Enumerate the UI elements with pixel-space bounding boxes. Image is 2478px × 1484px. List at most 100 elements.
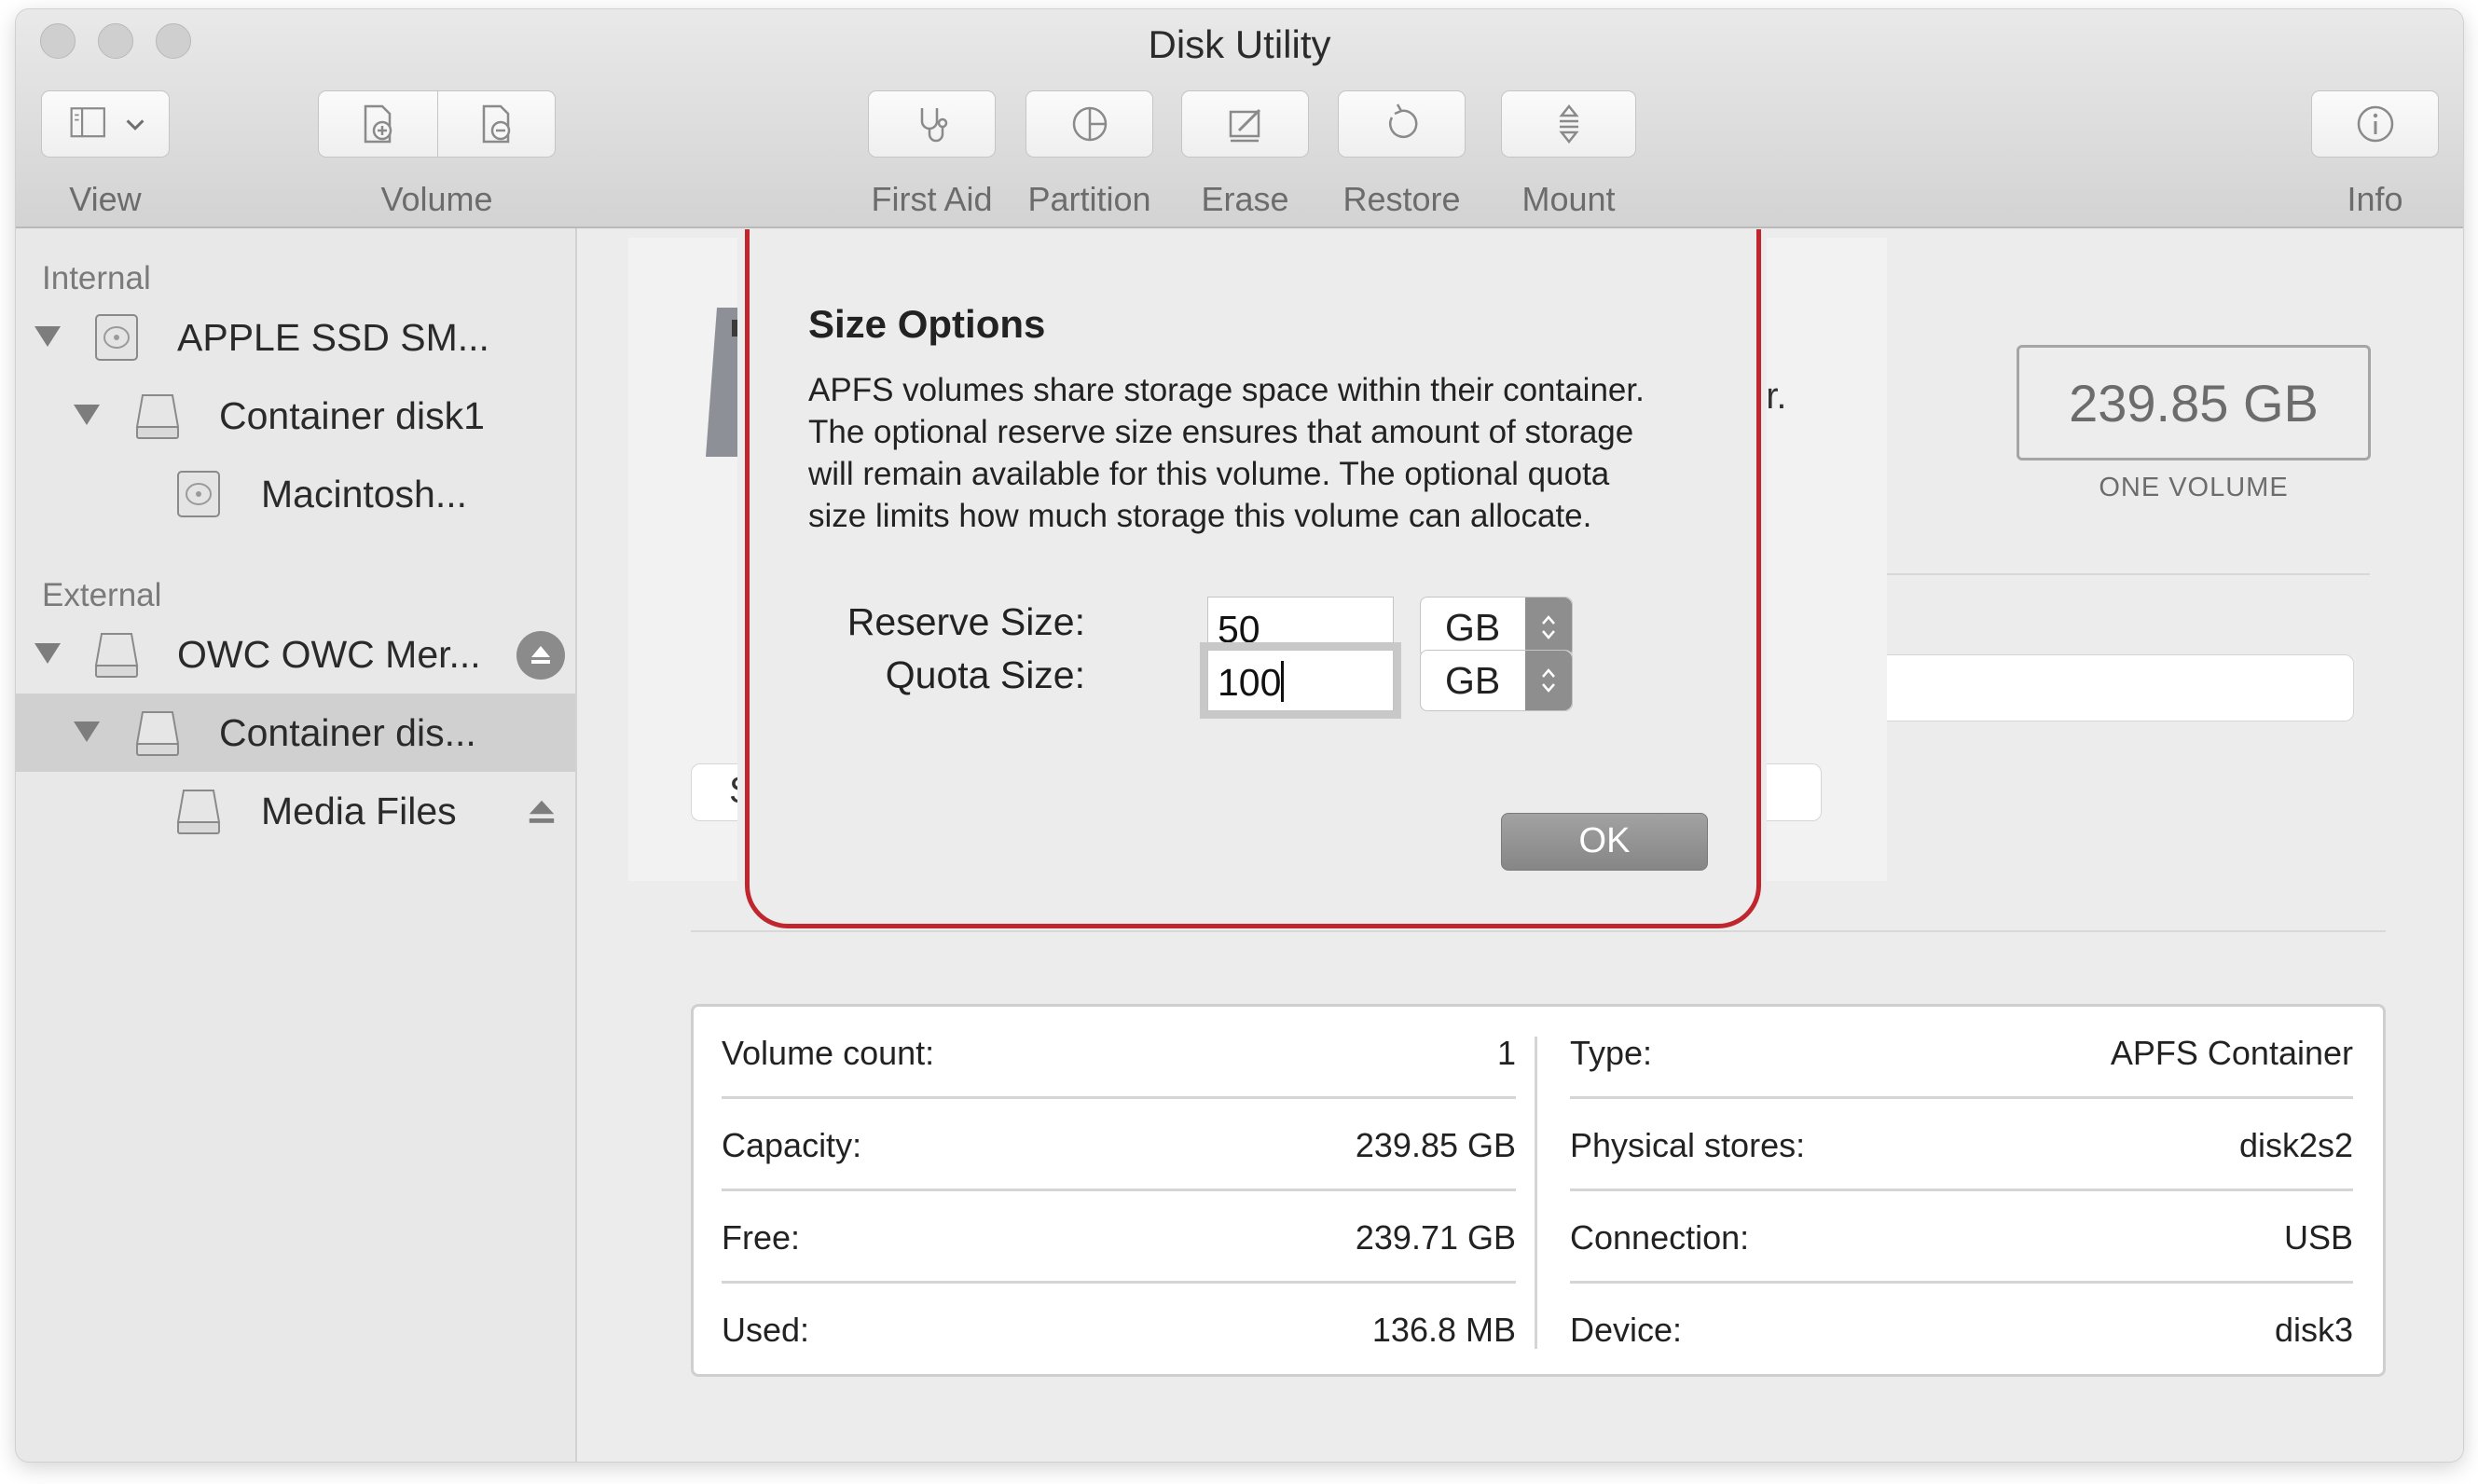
disclosure-triangle-icon[interactable] <box>74 405 100 425</box>
detail-value: 136.8 MB <box>1371 1311 1516 1349</box>
detail-label: Used: <box>722 1311 810 1349</box>
quota-size-label: Quota Size: <box>885 653 1085 696</box>
sidebar-item-media-files[interactable]: Media Files <box>16 772 575 850</box>
divider <box>691 930 2386 932</box>
view-button[interactable] <box>41 90 170 158</box>
detail-label: Physical stores: <box>1570 1126 1806 1164</box>
sidebar-item-label: Macintosh... <box>261 473 468 515</box>
detail-label: Free: <box>722 1218 801 1257</box>
detail-value: 1 <box>1496 1034 1516 1072</box>
reserve-unit-value: GB <box>1445 606 1501 649</box>
detail-label: Volume count: <box>722 1034 935 1072</box>
volume-segmented-control <box>318 90 556 158</box>
sidebar: Internal APPLE SSD SM... Container disk1 <box>16 228 577 1462</box>
capacity-subtitle: ONE VOLUME <box>2099 473 2289 502</box>
detail-value: 239.85 GB <box>1355 1126 1516 1164</box>
detail-label: Capacity: <box>722 1126 862 1164</box>
sidebar-item-container-disk-selected[interactable]: Container dis... <box>16 694 575 772</box>
disk-utility-window: Disk Utility View Volume First Aid Parti… <box>16 9 2463 1462</box>
details-table: Volume count: 1 Type: APFS Container Cap… <box>691 1004 2386 1377</box>
remove-volume-button[interactable] <box>473 101 519 147</box>
sidebar-item-label: Media Files <box>261 790 457 832</box>
first-aid-button[interactable] <box>868 90 996 158</box>
detail-cell: Device: disk3 <box>1570 1284 2353 1376</box>
column-divider <box>1535 1037 1537 1349</box>
detail-cell: Connection: USB <box>1570 1191 2353 1284</box>
detail-value: APFS Container <box>2110 1034 2353 1072</box>
dialog-title: Size Options <box>808 302 1046 346</box>
description-line: The optional reserve size ensures that a… <box>808 414 1634 450</box>
updown-chevron-icon[interactable] <box>1525 651 1572 710</box>
detail-cell: Capacity: 239.85 GB <box>722 1099 1516 1191</box>
detail-value: disk2s2 <box>2238 1126 2353 1164</box>
detail-value: disk3 <box>2274 1311 2353 1349</box>
container-disk-icon <box>135 394 180 439</box>
sidebar-item-label: Container dis... <box>219 711 476 754</box>
description-line: size limits how much storage this volume… <box>808 498 1592 534</box>
quota-size-value: 100 <box>1218 661 1282 704</box>
add-volume-button[interactable] <box>354 101 401 147</box>
eject-icon[interactable] <box>516 631 565 680</box>
quota-unit-popup[interactable]: GB <box>1420 650 1573 711</box>
erase-pencil-icon <box>1229 108 1260 143</box>
dialog-description: APFS volumes share storage space within … <box>808 369 1731 537</box>
first-aid-label: First Aid <box>871 180 993 218</box>
add-volume-icon <box>365 104 392 144</box>
description-line: will remain available for this volume. T… <box>808 456 1610 492</box>
erase-button[interactable] <box>1181 90 1309 158</box>
sidebar-item-label: Container disk1 <box>219 394 485 437</box>
detail-label: Device: <box>1570 1311 1683 1349</box>
restore-label: Restore <box>1342 180 1461 218</box>
eject-icon[interactable] <box>525 796 558 830</box>
sidebar-item-owc-disk[interactable]: OWC OWC Mer... <box>16 615 575 694</box>
info-button[interactable] <box>2311 90 2439 158</box>
detail-cell: Free: 239.71 GB <box>722 1191 1516 1284</box>
volume-disk-icon <box>176 790 221 834</box>
partition-button[interactable] <box>1026 90 1153 158</box>
detail-cell: Volume count: 1 <box>722 1007 1516 1099</box>
mount-icon <box>1558 103 1579 144</box>
mount-button[interactable] <box>1501 90 1636 158</box>
ok-button[interactable]: OK <box>1501 813 1708 871</box>
size-options-sheet: Size Options APFS volumes share storage … <box>745 229 1761 928</box>
updown-chevron-icon[interactable] <box>1525 598 1572 657</box>
detail-cell: Type: APFS Container <box>1570 1007 2353 1099</box>
restore-button[interactable] <box>1338 90 1466 158</box>
sidebar-item-container-disk1[interactable]: Container disk1 <box>16 377 575 455</box>
sidebar-section-external: External <box>42 577 162 613</box>
reserve-size-label: Reserve Size: <box>847 600 1085 643</box>
disclosure-triangle-icon[interactable] <box>34 643 61 664</box>
mount-label: Mount <box>1521 180 1616 218</box>
partition-label: Partition <box>1027 180 1151 218</box>
container-disk-icon <box>135 711 180 756</box>
detail-label: Connection: <box>1570 1218 1750 1257</box>
quota-size-field[interactable]: 100 <box>1207 650 1394 711</box>
sidebar-item-apple-ssd[interactable]: APPLE SSD SM... <box>16 298 575 377</box>
detail-value: USB <box>2283 1218 2353 1257</box>
partition-pie-icon <box>1072 106 1107 142</box>
capacity-display: 239.85 GB <box>2017 345 2371 460</box>
external-disk-icon <box>94 633 139 678</box>
sidebar-item-label: APPLE SSD SM... <box>177 316 489 359</box>
disclosure-triangle-icon[interactable] <box>34 326 61 347</box>
sidebar-item-macintosh-hd[interactable]: Macintosh... <box>16 455 575 533</box>
volume-disk-icon <box>177 471 220 517</box>
divider <box>1887 573 2370 575</box>
window-title: Disk Utility <box>1148 22 1331 66</box>
quota-unit-value: GB <box>1445 659 1501 702</box>
info-label: Info <box>2347 180 2403 218</box>
reserve-size-value: 50 <box>1218 608 1260 651</box>
volume-label: Volume <box>380 180 493 218</box>
detail-cell: Used: 136.8 MB <box>722 1284 1516 1376</box>
sidebar-item-label: OWC OWC Mer... <box>177 633 481 676</box>
view-label: View <box>69 180 142 218</box>
sidebar-section-internal: Internal <box>42 260 151 296</box>
detail-value: 239.71 GB <box>1355 1218 1516 1257</box>
detail-cell: Physical stores: disk2s2 <box>1570 1099 2353 1191</box>
text-caret <box>1281 661 1285 702</box>
sidebar-toggle-icon <box>70 107 105 138</box>
detail-label: Type: <box>1570 1034 1653 1072</box>
erase-label: Erase <box>1201 180 1289 218</box>
disclosure-triangle-icon[interactable] <box>74 721 100 742</box>
remove-volume-icon <box>482 104 510 144</box>
